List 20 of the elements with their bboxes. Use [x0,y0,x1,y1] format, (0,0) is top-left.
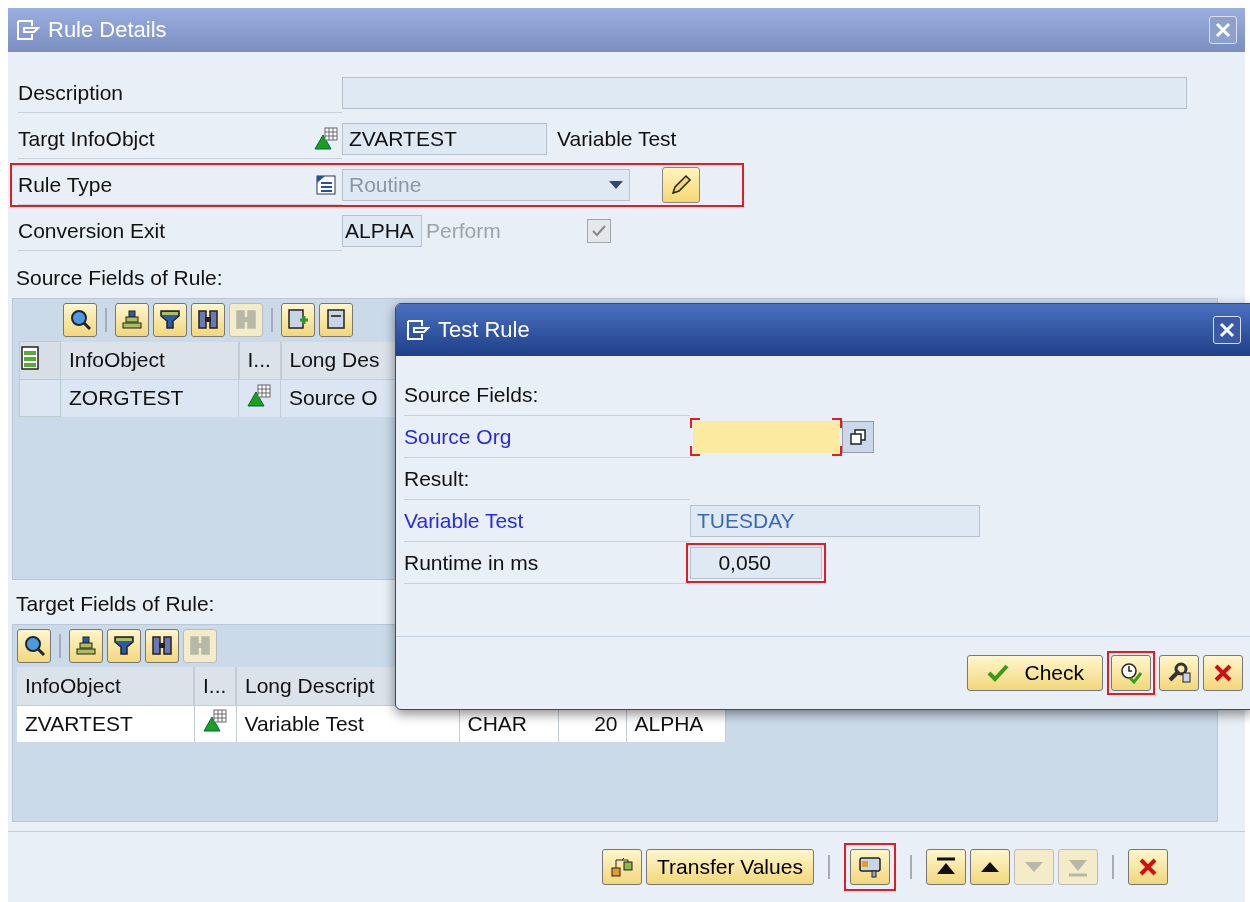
section-heading: Target Fields of Rule: [15,591,216,617]
field-label: Variable Test [404,508,524,533]
table-cell: ZVARTEST [17,705,194,742]
dialog-title: Test Rule [438,317,530,343]
window-title: Rule Details [48,17,167,43]
table-cell: ZORGTEST [60,379,239,417]
section-heading: Source Fields of Rule: [15,265,224,291]
field-label: Targt InfoObjct [18,126,155,151]
field-label: Source Fields: [404,382,539,407]
runtime-field: 0,050 [690,547,822,579]
checkbox-label: Perform [426,219,501,243]
field-label: Description [18,80,124,105]
field-label: Result: [404,466,470,491]
object-description: Variable Test [557,127,677,151]
table-cell: Variable Test [236,705,459,742]
field-label: Source Org [404,424,512,449]
result-field: TUESDAY [690,505,980,537]
field-label: Runtime in ms [404,550,539,575]
field-label: Conversion Exit [18,218,166,243]
field-label: Rule Type [18,172,113,197]
